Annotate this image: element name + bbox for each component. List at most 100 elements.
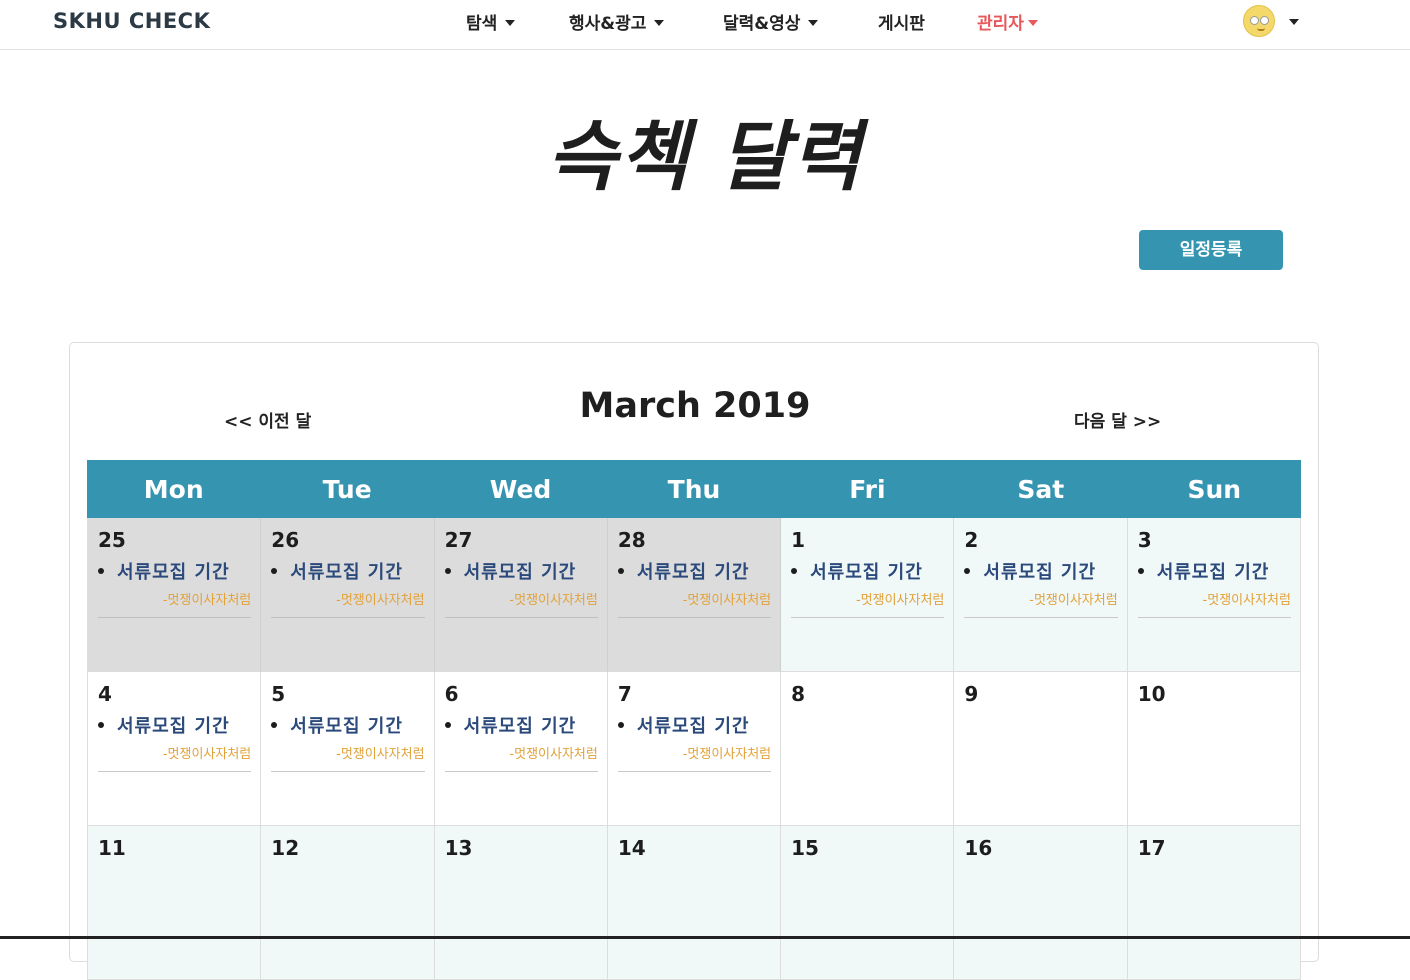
nav-explore[interactable]: 탐색 (466, 9, 516, 34)
day-cell[interactable]: 17 (1127, 826, 1301, 980)
day-cell[interactable]: 3 서류모집 기간 -멋쟁이사자처럼 (1127, 518, 1301, 672)
event-item[interactable]: 서류모집 기간 (964, 558, 1117, 584)
day-number: 10 (1137, 682, 1166, 706)
day-cell[interactable]: 11 (87, 826, 262, 980)
calendar-grid: Mon Tue Wed Thu Fri Sat Sun 25 서류모집 기간 -… (87, 460, 1301, 980)
day-cell[interactable]: 13 (434, 826, 608, 980)
day-cell[interactable]: 2 서류모집 기간 -멋쟁이사자처럼 (954, 518, 1128, 672)
day-number: 6 (444, 682, 459, 706)
day-number: 17 (1137, 836, 1166, 860)
avatar-icon (1243, 5, 1275, 37)
day-number: 26 (271, 528, 300, 552)
bullet-icon (98, 722, 104, 728)
top-navbar: SKHU CHECK 탐색 행사&광고 달력&영상 게시판 관리자 (0, 0, 1410, 50)
bullet-icon (271, 568, 278, 574)
day-number: 27 (444, 528, 473, 552)
day-cell[interactable]: 8 (781, 672, 955, 826)
event-organizer: -멋쟁이사자처럼 (98, 743, 252, 772)
nav-admin[interactable]: 관리자 (977, 9, 1038, 34)
event-item[interactable]: 서류모집 기간 (271, 558, 424, 584)
event-title: 서류모집 기간 (636, 716, 750, 737)
day-cell[interactable]: 7 서류모집 기간 -멋쟁이사자처럼 (607, 672, 782, 826)
nav-calendar-video-label: 달력&영상 (723, 14, 801, 34)
bullet-icon (791, 568, 798, 574)
bullet-icon (444, 722, 451, 728)
next-month-link[interactable]: 다음 달 >> (1074, 407, 1161, 432)
event-item[interactable]: 서류모집 기간 (271, 712, 424, 738)
bullet-icon (271, 722, 278, 728)
event-item[interactable]: 서류모집 기간 (617, 558, 771, 584)
event-organizer: -멋쟁이사자처럼 (964, 589, 1118, 618)
weekday-wed: Wed (489, 475, 552, 504)
day-cell[interactable]: 9 (954, 672, 1128, 826)
event-title: 서류모집 기간 (983, 562, 1097, 583)
day-cell[interactable]: 10 (1127, 672, 1301, 826)
nav-board-label: 게시판 (878, 14, 925, 34)
month-title: March 2019 (579, 386, 811, 426)
day-cell[interactable]: 14 (607, 826, 782, 980)
weekday-sat: Sat (1017, 475, 1065, 504)
day-number: 9 (964, 682, 979, 706)
event-title: 서류모집 기간 (290, 716, 403, 737)
nav-board[interactable]: 게시판 (878, 9, 925, 34)
day-cell[interactable]: 15 (781, 826, 955, 980)
event-item[interactable]: 서류모집 기간 (1137, 558, 1291, 584)
user-menu[interactable] (1243, 5, 1299, 37)
day-number: 7 (617, 682, 632, 706)
day-cell[interactable]: 16 (954, 826, 1128, 980)
calendar-week: 11 12 13 14 15 16 17 (87, 826, 1301, 980)
day-cell[interactable]: 1 서류모집 기간 -멋쟁이사자처럼 (781, 518, 955, 672)
weekday-thu: Thu (667, 475, 721, 504)
day-number: 2 (964, 528, 979, 552)
day-cell[interactable]: 4 서류모집 기간 -멋쟁이사자처럼 (87, 672, 262, 826)
day-number: 5 (271, 682, 286, 706)
event-organizer: -멋쟁이사자처럼 (444, 589, 598, 618)
bullet-icon (617, 722, 624, 728)
day-number: 12 (271, 836, 300, 860)
brand-logo[interactable]: SKHU CHECK (53, 9, 210, 33)
day-cell[interactable]: 25 서류모집 기간 -멋쟁이사자처럼 (87, 518, 262, 672)
event-item[interactable]: 서류모집 기간 (98, 712, 251, 738)
event-title: 서류모집 기간 (1156, 562, 1270, 583)
bullet-icon (617, 568, 624, 574)
caret-down-icon (654, 19, 665, 26)
event-item[interactable]: 서류모집 기간 (444, 712, 598, 738)
day-number: 8 (791, 682, 806, 706)
event-title: 서류모집 기간 (117, 716, 230, 737)
nav-events-ads-label: 행사&광고 (569, 14, 647, 34)
event-organizer: -멋쟁이사자처럼 (98, 589, 252, 618)
event-title: 서류모집 기간 (636, 562, 750, 583)
day-cell[interactable]: 26 서류모집 기간 -멋쟁이사자처럼 (261, 518, 435, 672)
day-cell[interactable]: 6 서류모집 기간 -멋쟁이사자처럼 (434, 672, 608, 826)
event-organizer: -멋쟁이사자처럼 (444, 743, 598, 772)
weekday-tue: Tue (322, 475, 372, 504)
nav-calendar-video[interactable]: 달력&영상 (723, 9, 819, 34)
event-item[interactable]: 서류모집 기간 (791, 558, 944, 584)
register-event-button[interactable]: 일정등록 (1139, 230, 1283, 270)
event-organizer: -멋쟁이사자처럼 (617, 589, 772, 618)
event-organizer: -멋쟁이사자처럼 (617, 743, 772, 772)
bullet-icon (98, 568, 104, 574)
day-number: 13 (444, 836, 473, 860)
caret-down-icon (808, 19, 819, 26)
day-cell[interactable]: 12 (261, 826, 435, 980)
event-title: 서류모집 기간 (463, 562, 577, 583)
caret-down-icon (1027, 19, 1038, 26)
weekday-fri: Fri (849, 475, 886, 504)
event-organizer: -멋쟁이사자처럼 (1137, 589, 1291, 618)
event-item[interactable]: 서류모집 기간 (98, 558, 251, 584)
day-number: 11 (98, 836, 126, 860)
event-item[interactable]: 서류모집 기간 (617, 712, 771, 738)
caret-down-icon (505, 19, 516, 26)
weekday-header: Mon Tue Wed Thu Fri Sat Sun (87, 460, 1301, 518)
bullet-icon (444, 568, 451, 574)
event-organizer: -멋쟁이사자처럼 (271, 589, 425, 618)
day-number: 4 (98, 682, 112, 706)
day-cell[interactable]: 28 서류모집 기간 -멋쟁이사자처럼 (607, 518, 782, 672)
weekday-sun: Sun (1187, 475, 1242, 504)
day-cell[interactable]: 5 서류모집 기간 -멋쟁이사자처럼 (261, 672, 435, 826)
day-number: 16 (964, 836, 993, 860)
event-item[interactable]: 서류모집 기간 (444, 558, 598, 584)
nav-events-ads[interactable]: 행사&광고 (569, 9, 665, 34)
day-cell[interactable]: 27 서류모집 기간 -멋쟁이사자처럼 (434, 518, 608, 672)
